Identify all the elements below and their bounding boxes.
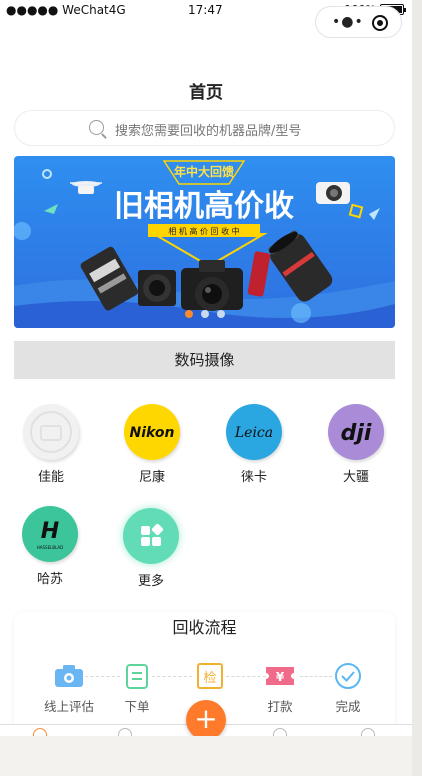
- dji-logo: dji: [328, 404, 384, 460]
- more-dots-icon[interactable]: •●•: [332, 15, 364, 29]
- flow-step-complete: 完成: [313, 662, 383, 715]
- window-edge: [412, 0, 422, 776]
- promo-banner[interactable]: 年中大回馈 旧相机高价收 相 机 高 价 回 收 中: [14, 156, 395, 328]
- brand-label: 更多: [137, 574, 164, 589]
- payment-icon: ¥: [264, 662, 296, 690]
- flow-title: 回收流程: [172, 618, 237, 637]
- miniprogram-capsule: •●•: [315, 6, 402, 38]
- check-circle-icon: [332, 662, 364, 690]
- brand-canon[interactable]: 佳能: [11, 404, 91, 485]
- flow-step-inspect: 检: [175, 662, 245, 696]
- search-icon: [89, 120, 104, 135]
- brand-dji[interactable]: dji 大疆: [316, 404, 396, 485]
- brand-label: 哈苏: [36, 572, 63, 587]
- brand-nikon[interactable]: Nikon 尼康: [112, 404, 192, 485]
- brand-label: 徕卡: [240, 470, 267, 485]
- svg-text:Leica: Leica: [234, 425, 273, 441]
- leica-logo: Leica: [226, 404, 282, 460]
- more-grid-icon: [123, 508, 179, 564]
- brand-label: 佳能: [37, 470, 64, 485]
- brand-leica[interactable]: Leica 徕卡: [214, 404, 294, 485]
- clipboard-icon: [121, 662, 153, 690]
- clock: 17:47: [188, 3, 223, 17]
- brand-more[interactable]: 更多: [111, 508, 191, 589]
- category-tab-icon[interactable]: [118, 728, 132, 736]
- banner-ribbon: 年中大回馈: [174, 164, 234, 179]
- brand-label: 大疆: [342, 470, 369, 485]
- small-camera-illustration: [316, 182, 350, 204]
- flow-step-order: 下单: [102, 662, 172, 715]
- home-tab-icon[interactable]: [33, 728, 47, 736]
- flow-step-evaluate: 线上评估: [34, 662, 104, 715]
- flow-step-label: 打款: [267, 699, 293, 714]
- svg-text:¥: ¥: [276, 670, 285, 684]
- brand-hasselblad[interactable]: H HASSELBLAD 哈苏: [10, 506, 90, 587]
- target-icon[interactable]: [372, 15, 388, 31]
- svg-text:Nikon: Nikon: [130, 425, 175, 441]
- flow-step-label: 下单: [124, 699, 150, 714]
- inspect-icon: 检: [194, 662, 226, 690]
- flow-step-payment: ¥ 打款: [245, 662, 315, 715]
- page-title: 首页: [189, 83, 223, 103]
- svg-text:dji: dji: [341, 421, 372, 446]
- brand-label: 尼康: [138, 470, 165, 485]
- banner-indicator-dot[interactable]: [201, 310, 209, 318]
- banner-headline: 旧相机高价收: [114, 189, 294, 224]
- flow-step-label: 线上评估: [43, 699, 94, 714]
- banner-indicators: [185, 310, 225, 318]
- nikon-logo: Nikon: [124, 404, 180, 460]
- hasselblad-logo: H HASSELBLAD: [22, 506, 78, 562]
- section-header: 数码摄像: [14, 341, 395, 379]
- phone-screen: ●●●●● WeChat4G 17:47 100% •●• 首页 搜索您需要回收…: [0, 0, 412, 736]
- window-bottom: [0, 736, 412, 776]
- banner-artwork: 年中大回馈 旧相机高价收 相 机 高 价 回 收 中: [14, 156, 395, 328]
- camera-icon: [53, 662, 85, 690]
- search-placeholder: 搜索您需要回收的机器品牌/型号: [115, 124, 302, 139]
- profile-tab-icon[interactable]: [361, 728, 375, 736]
- carrier-label: ●●●●● WeChat4G: [6, 3, 126, 17]
- search-input[interactable]: 搜索您需要回收的机器品牌/型号: [14, 110, 395, 146]
- banner-indicator-dot[interactable]: [217, 310, 225, 318]
- svg-text:HASSELBLAD: HASSELBLAD: [37, 545, 63, 550]
- svg-text:检: 检: [203, 671, 216, 686]
- banner-tagline: 相 机 高 价 回 收 中: [168, 226, 239, 236]
- svg-text:H: H: [41, 519, 59, 544]
- search-tab-icon[interactable]: [273, 728, 287, 736]
- canon-logo: [23, 404, 79, 460]
- flow-step-label: 完成: [335, 699, 361, 714]
- add-button[interactable]: +: [186, 700, 226, 736]
- banner-indicator-dot[interactable]: [185, 310, 193, 318]
